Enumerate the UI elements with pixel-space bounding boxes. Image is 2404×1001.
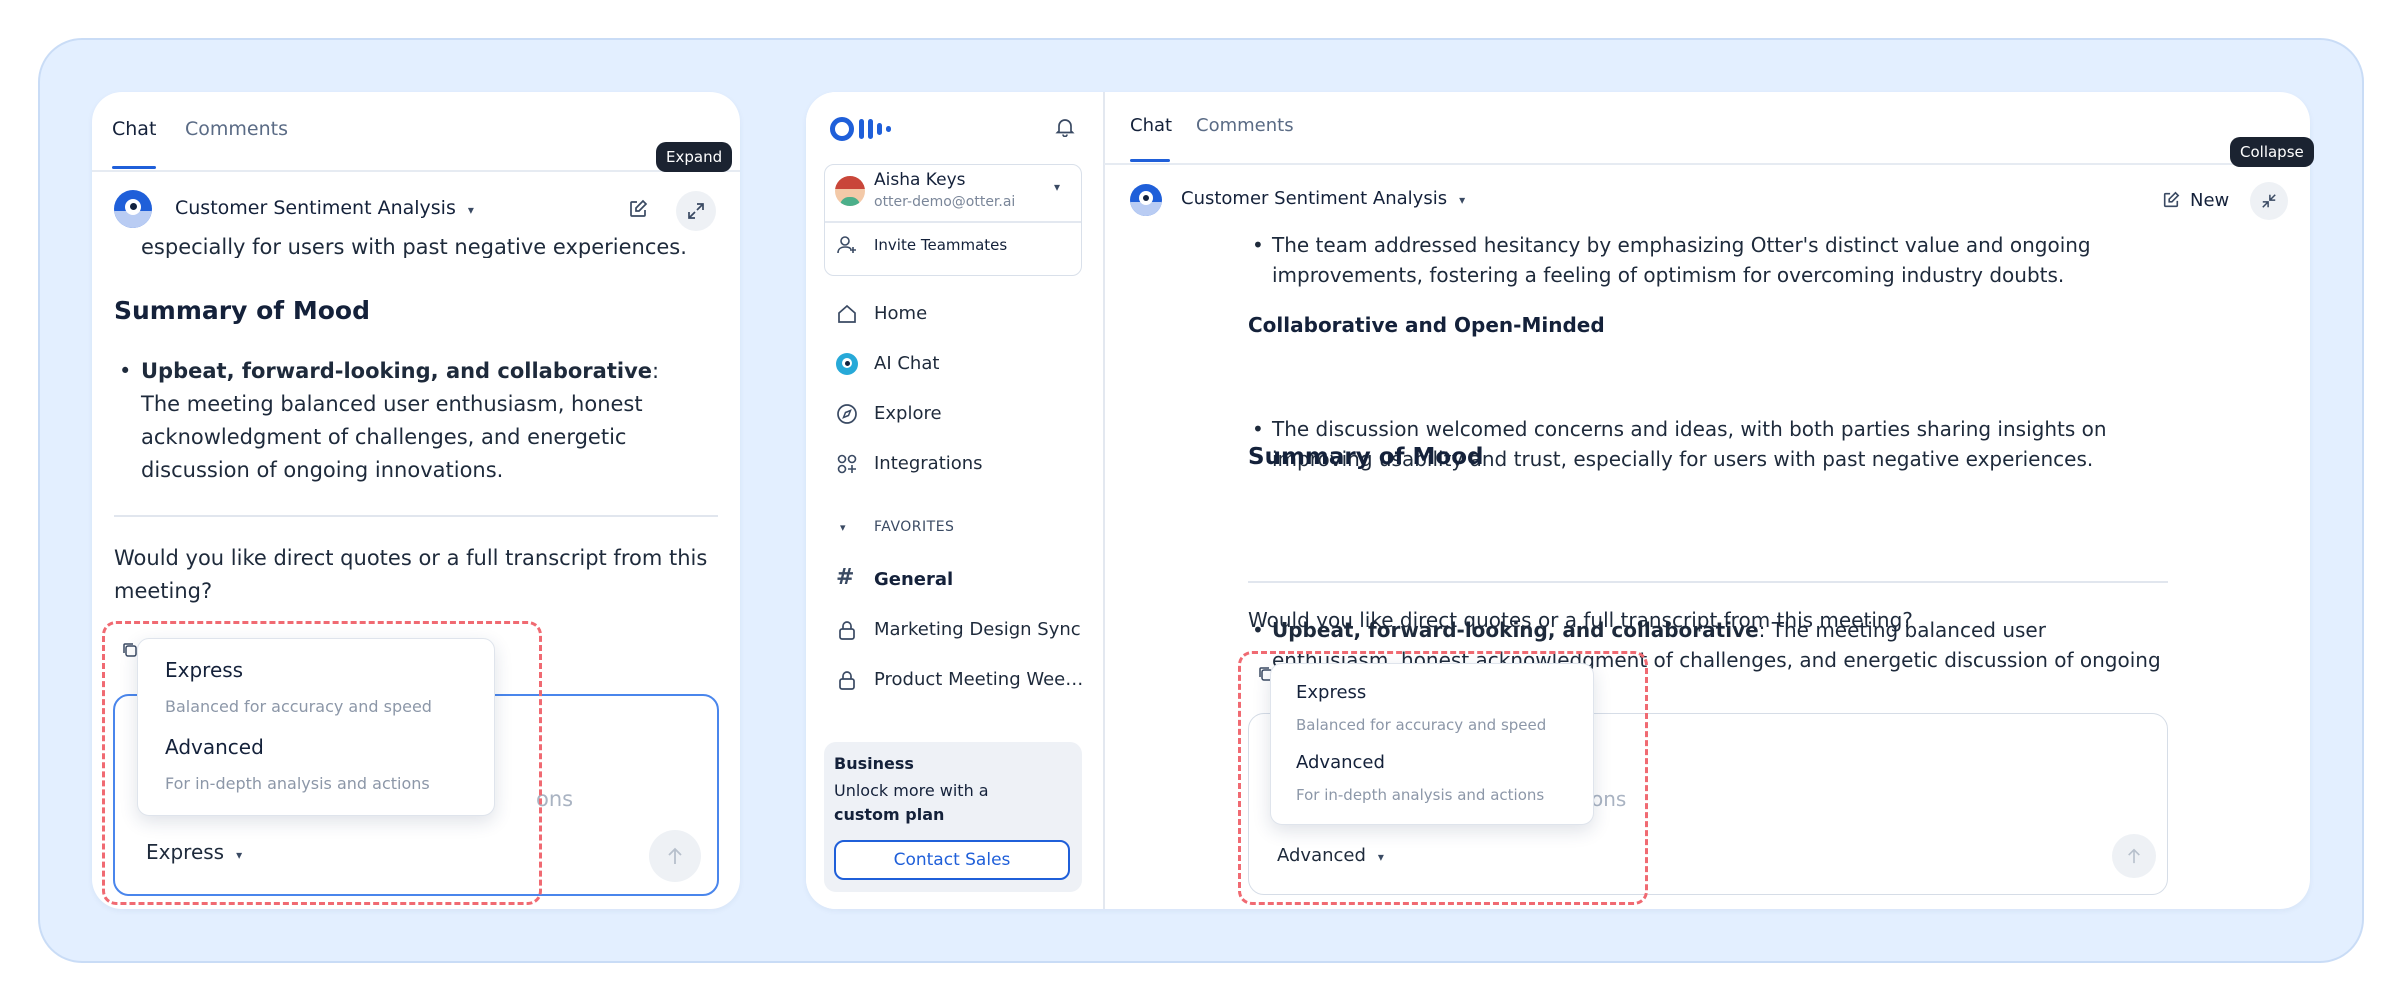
home-icon (838, 304, 856, 323)
tab-bar: Chat Comments (1104, 92, 2310, 165)
chevron-down-icon[interactable]: ▾ (840, 521, 846, 534)
chevron-down-icon: ▾ (1459, 193, 1466, 207)
conversation-title[interactable]: Customer Sentiment Analysis ▾ (1181, 188, 1465, 209)
content-subheading: Collaborative and Open-Minded (1248, 313, 1605, 337)
sidebar-item-label: AI Chat (874, 353, 940, 374)
sidebar-item-explore[interactable]: Explore (806, 394, 1103, 434)
sidebar-item-label: Integrations (874, 453, 983, 474)
divider (1248, 581, 2168, 583)
promo-line2: custom plan (834, 805, 945, 824)
hashtag-icon: # (836, 565, 855, 590)
sidebar: Aisha Keys otter-demo@otter.ai ▾ Invite … (806, 92, 1105, 909)
tab-comments[interactable]: Comments (1196, 115, 1294, 136)
summary-bullet: Upbeat, forward-looking, and collaborati… (119, 355, 671, 487)
collapse-tooltip: Collapse (2230, 137, 2314, 167)
sidebar-item-ai-chat[interactable]: AI Chat (806, 344, 1103, 384)
add-user-icon (836, 234, 858, 256)
active-tab-indicator (1130, 159, 1170, 162)
conversation-title[interactable]: Customer Sentiment Analysis ▾ (175, 197, 474, 219)
promo-line1: Unlock more with a (834, 781, 989, 800)
tab-chat[interactable]: Chat (1130, 115, 1172, 136)
ai-chat-icon (836, 353, 858, 375)
sidebar-item-integrations[interactable]: Integrations (806, 444, 1103, 484)
otter-logo-icon (1130, 184, 1162, 216)
active-tab-indicator (112, 166, 156, 169)
lock-icon (839, 621, 855, 640)
sidebar-item-label: Product Meeting Wee… (874, 669, 1084, 690)
upgrade-promo-card: Business Unlock more with a custom plan … (824, 742, 1082, 892)
collapse-icon[interactable] (2250, 182, 2288, 220)
sidebar-item-general[interactable]: # General (806, 560, 1103, 600)
user-email: otter-demo@otter.ai (874, 194, 1016, 210)
chevron-down-icon: ▾ (467, 203, 474, 217)
sidebar-item-product-meeting[interactable]: Product Meeting Wee… (806, 660, 1103, 700)
bell-icon[interactable] (1050, 112, 1080, 142)
sidebar-item-label: Home (874, 303, 928, 324)
new-chat-icon (2163, 191, 2180, 208)
expand-icon[interactable] (676, 191, 716, 231)
compass-icon (837, 404, 857, 424)
sidebar-item-label: General (874, 569, 954, 590)
send-button[interactable] (2112, 834, 2156, 878)
highlight-dashed-box (102, 621, 542, 905)
new-label: New (2190, 189, 2230, 211)
tab-comments[interactable]: Comments (185, 118, 288, 140)
chevron-down-icon[interactable]: ▾ (1054, 180, 1060, 194)
otter-wordmark-logo (830, 115, 892, 143)
truncated-text-line: especially for users with past negative … (141, 235, 687, 258)
otter-logo-icon (114, 190, 152, 228)
sidebar-item-marketing-design-sync[interactable]: Marketing Design Sync (806, 610, 1103, 650)
lock-icon (839, 671, 855, 690)
user-name: Aisha Keys (874, 170, 966, 190)
summary-heading: Summary of Mood (114, 296, 370, 325)
send-button[interactable] (649, 830, 701, 882)
favorites-header[interactable]: FAVORITES (874, 519, 954, 535)
assistant-question: Would you like direct quotes or a full t… (114, 546, 708, 603)
new-chat-button[interactable]: New (2162, 185, 2229, 215)
avatar[interactable] (835, 176, 865, 206)
tab-bar: Chat Comments (92, 92, 740, 172)
assistant-question: Would you like direct quotes or a full t… (1248, 608, 1913, 632)
contact-sales-button[interactable]: Contact Sales (834, 840, 1070, 880)
expand-tooltip: Expand (656, 142, 733, 172)
sidebar-item-label: Marketing Design Sync (874, 619, 1081, 640)
promo-title: Business (834, 754, 914, 773)
divider (114, 515, 718, 517)
sidebar-item-label: Explore (874, 403, 942, 424)
invite-teammates-button[interactable]: Invite Teammates (874, 236, 1007, 254)
new-chat-icon[interactable] (620, 191, 656, 227)
content-bullet: The team addressed hesitancy by emphasiz… (1252, 230, 2172, 290)
highlight-dashed-box (1238, 651, 1648, 905)
sidebar-item-home[interactable]: Home (806, 294, 1103, 334)
summary-heading: Summary of Mood (1248, 444, 1484, 470)
integrations-icon (837, 454, 857, 474)
tab-chat[interactable]: Chat (112, 118, 156, 140)
